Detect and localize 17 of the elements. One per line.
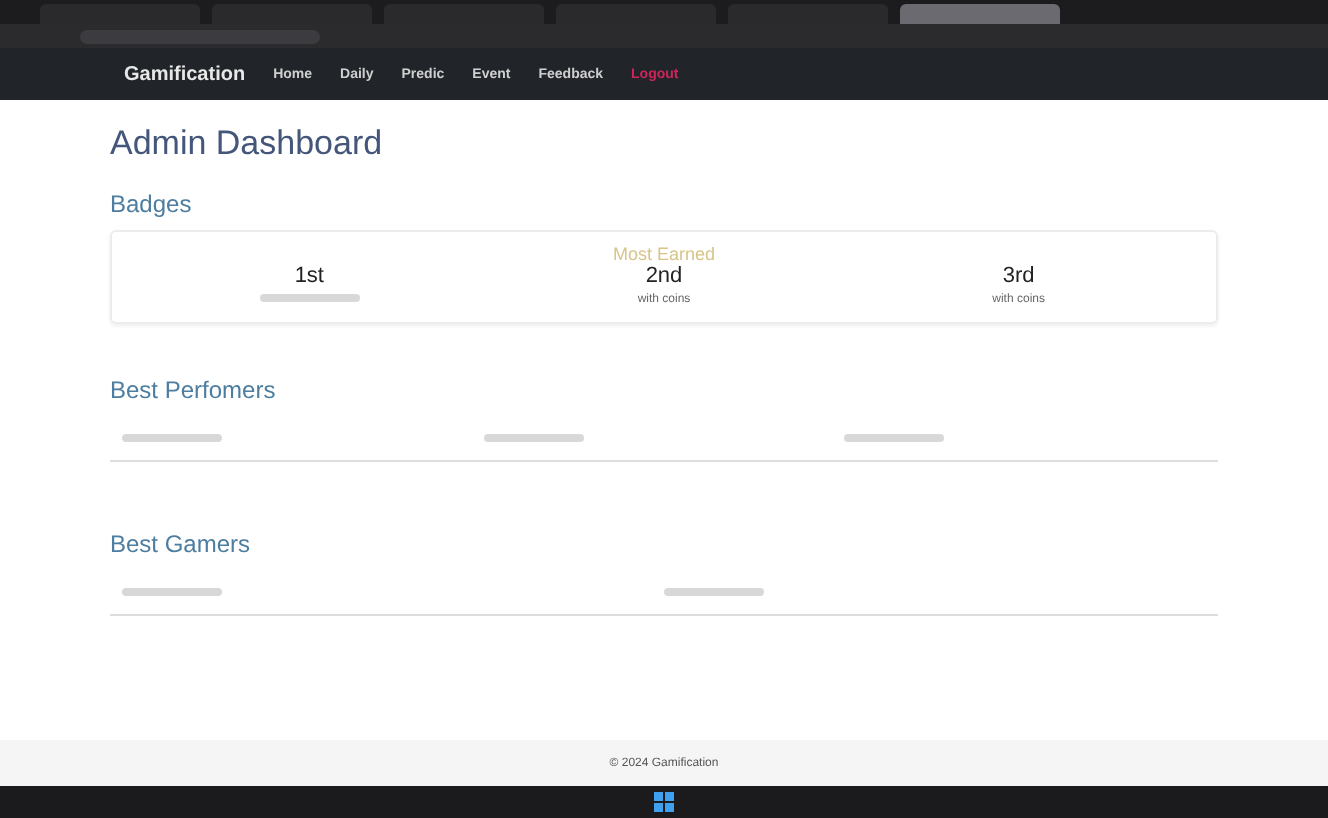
section-heading: Best Perfomers — [110, 376, 278, 404]
rank-label: 2nd — [645, 264, 683, 288]
start-icon[interactable] — [654, 792, 674, 812]
illegible-text — [844, 434, 945, 442]
browser-tab[interactable] — [900, 4, 1060, 24]
illegible-text — [122, 434, 222, 442]
brand-link[interactable]: Gamification — [124, 63, 246, 85]
page-title: Admin Dashboard — [110, 124, 385, 164]
section-heading: Badges — [110, 190, 194, 218]
illegible-text — [664, 588, 764, 596]
card-caption: Most Earned — [612, 244, 716, 264]
illegible-text — [483, 434, 584, 442]
rank-label: 1st — [294, 264, 324, 288]
section-heading: Best Gamers — [110, 530, 253, 558]
rank-label: 3rd — [1002, 264, 1035, 288]
illegible-text — [259, 294, 360, 302]
illegible-text — [122, 588, 222, 596]
